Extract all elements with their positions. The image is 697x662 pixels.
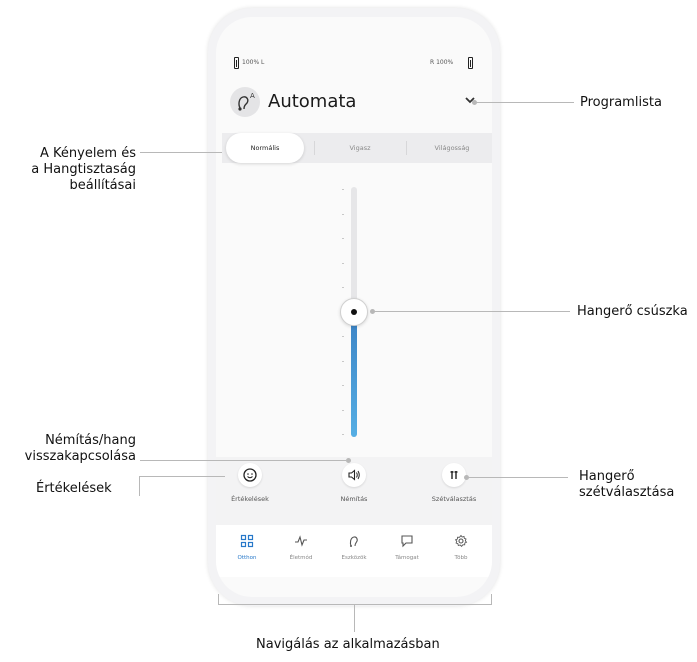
volume-tick [342,238,344,239]
smiley-icon [243,468,257,482]
tab-clarity[interactable]: Világosság [406,133,492,163]
volume-tick [342,262,344,264]
callout-ratings: Értékelések [36,481,112,496]
mute-button[interactable] [342,463,366,487]
split-sliders-icon [450,471,458,479]
right-battery-label: R 100% [430,59,454,66]
volume-slider-fill [351,312,357,437]
volume-tick [342,409,344,411]
program-icon: A [230,87,260,117]
callout-split: Hangerő szétválasztása [579,469,674,501]
callout-line-comfort [140,152,222,153]
ratings-label: Értékelések [231,495,269,503]
volume-tick [342,213,344,215]
callout-mute: Némítás/hang visszakapcsolása [14,433,136,465]
callout-dot-volume [370,309,375,314]
nav-label-home: Otthon [237,555,257,561]
callout-line-split [468,477,568,478]
nav-label-lifestyle: Életmód [289,555,313,561]
callout-line-ratings [139,476,140,496]
callout-comfort-line2: a Hangtisztaság [31,162,136,177]
callout-line-program [474,102,574,103]
left-battery-label: 100% L [242,59,265,66]
callout-dot-mute [346,458,351,463]
split-label: Szétválasztás [431,495,477,503]
battery-status-row: 100% L R 100% [216,57,492,71]
hearing-aid-icon: A [238,92,255,111]
nav-bracket-left [218,594,219,604]
chat-icon [401,535,413,548]
volume-tick [342,434,344,435]
nav-bracket-bottom [218,604,492,605]
volume-slider-knob[interactable] [340,298,368,326]
mute-label: Némítás [340,495,368,503]
callout-line-volume [374,311,570,312]
nav-item-devices[interactable]: Eszközök [331,533,377,561]
callout-navigation: Navigálás az alkalmazásban [256,637,440,652]
callout-mute-line1: Némítás/hang [45,433,136,448]
volume-tick [342,385,344,386]
action-row: Értékelések Némítás Szétválasztás [216,457,492,525]
volume-tick [342,287,344,288]
program-title: Automata [268,91,357,112]
callout-mute-line2: visszakapcsolása [24,449,136,464]
speaker-icon [348,469,360,481]
callout-volume-slider: Hangerő csúszka [577,304,688,319]
nav-label-more: Több [454,555,468,561]
sound-settings-tabs: Normális Vigasz Világosság [222,133,492,163]
callout-line-ratings-h [139,476,225,477]
callout-program-list: Programlista [580,95,662,110]
callout-dot-split [464,475,469,480]
phone-screen: 100% L R 100% A Automata Normális Vigasz… [216,17,492,597]
callout-split-line2: szétválasztása [579,485,675,500]
nav-bracket-stem [354,604,355,632]
left-battery-icon [234,57,239,69]
nav-item-support[interactable]: Támogat [384,533,430,561]
nav-label-support: Támogat [395,555,419,561]
svg-text:A: A [250,92,255,100]
grid-icon [240,534,254,548]
nav-label-devices: Eszközök [341,555,367,561]
tab-divider [314,141,315,155]
tab-normal[interactable]: Normális [226,133,304,163]
nav-item-home[interactable]: Otthon [224,533,270,561]
volume-tick [342,336,344,337]
activity-icon [295,535,307,547]
nav-item-more[interactable]: Több [438,533,484,561]
ratings-action[interactable]: Értékelések [216,463,290,503]
callout-split-line1: Hangerő [579,469,635,484]
right-battery-icon [468,57,473,69]
volume-tick [342,360,344,362]
ratings-button[interactable] [238,463,262,487]
nav-bracket-right [491,594,492,604]
tab-comfort[interactable]: Vigasz [316,133,404,163]
callout-comfort-line3: beállításai [69,178,136,193]
gear-icon [454,534,468,547]
callout-comfort: A Kényelem és a Hangtisztaság beállítása… [20,146,136,194]
hearing-aid-icon [349,536,358,547]
mute-action[interactable]: Némítás [314,463,394,503]
callout-comfort-line1: A Kényelem és [39,146,136,161]
split-action[interactable]: Szétválasztás [414,463,492,503]
nav-item-lifestyle[interactable]: Életmód [278,533,324,561]
volume-tick [342,189,344,190]
split-button[interactable] [442,463,466,487]
bottom-navigation: Otthon Életmód Eszközök Támogat Több [216,525,492,577]
callout-dot-program [472,100,477,105]
callout-line-mute [140,460,346,461]
